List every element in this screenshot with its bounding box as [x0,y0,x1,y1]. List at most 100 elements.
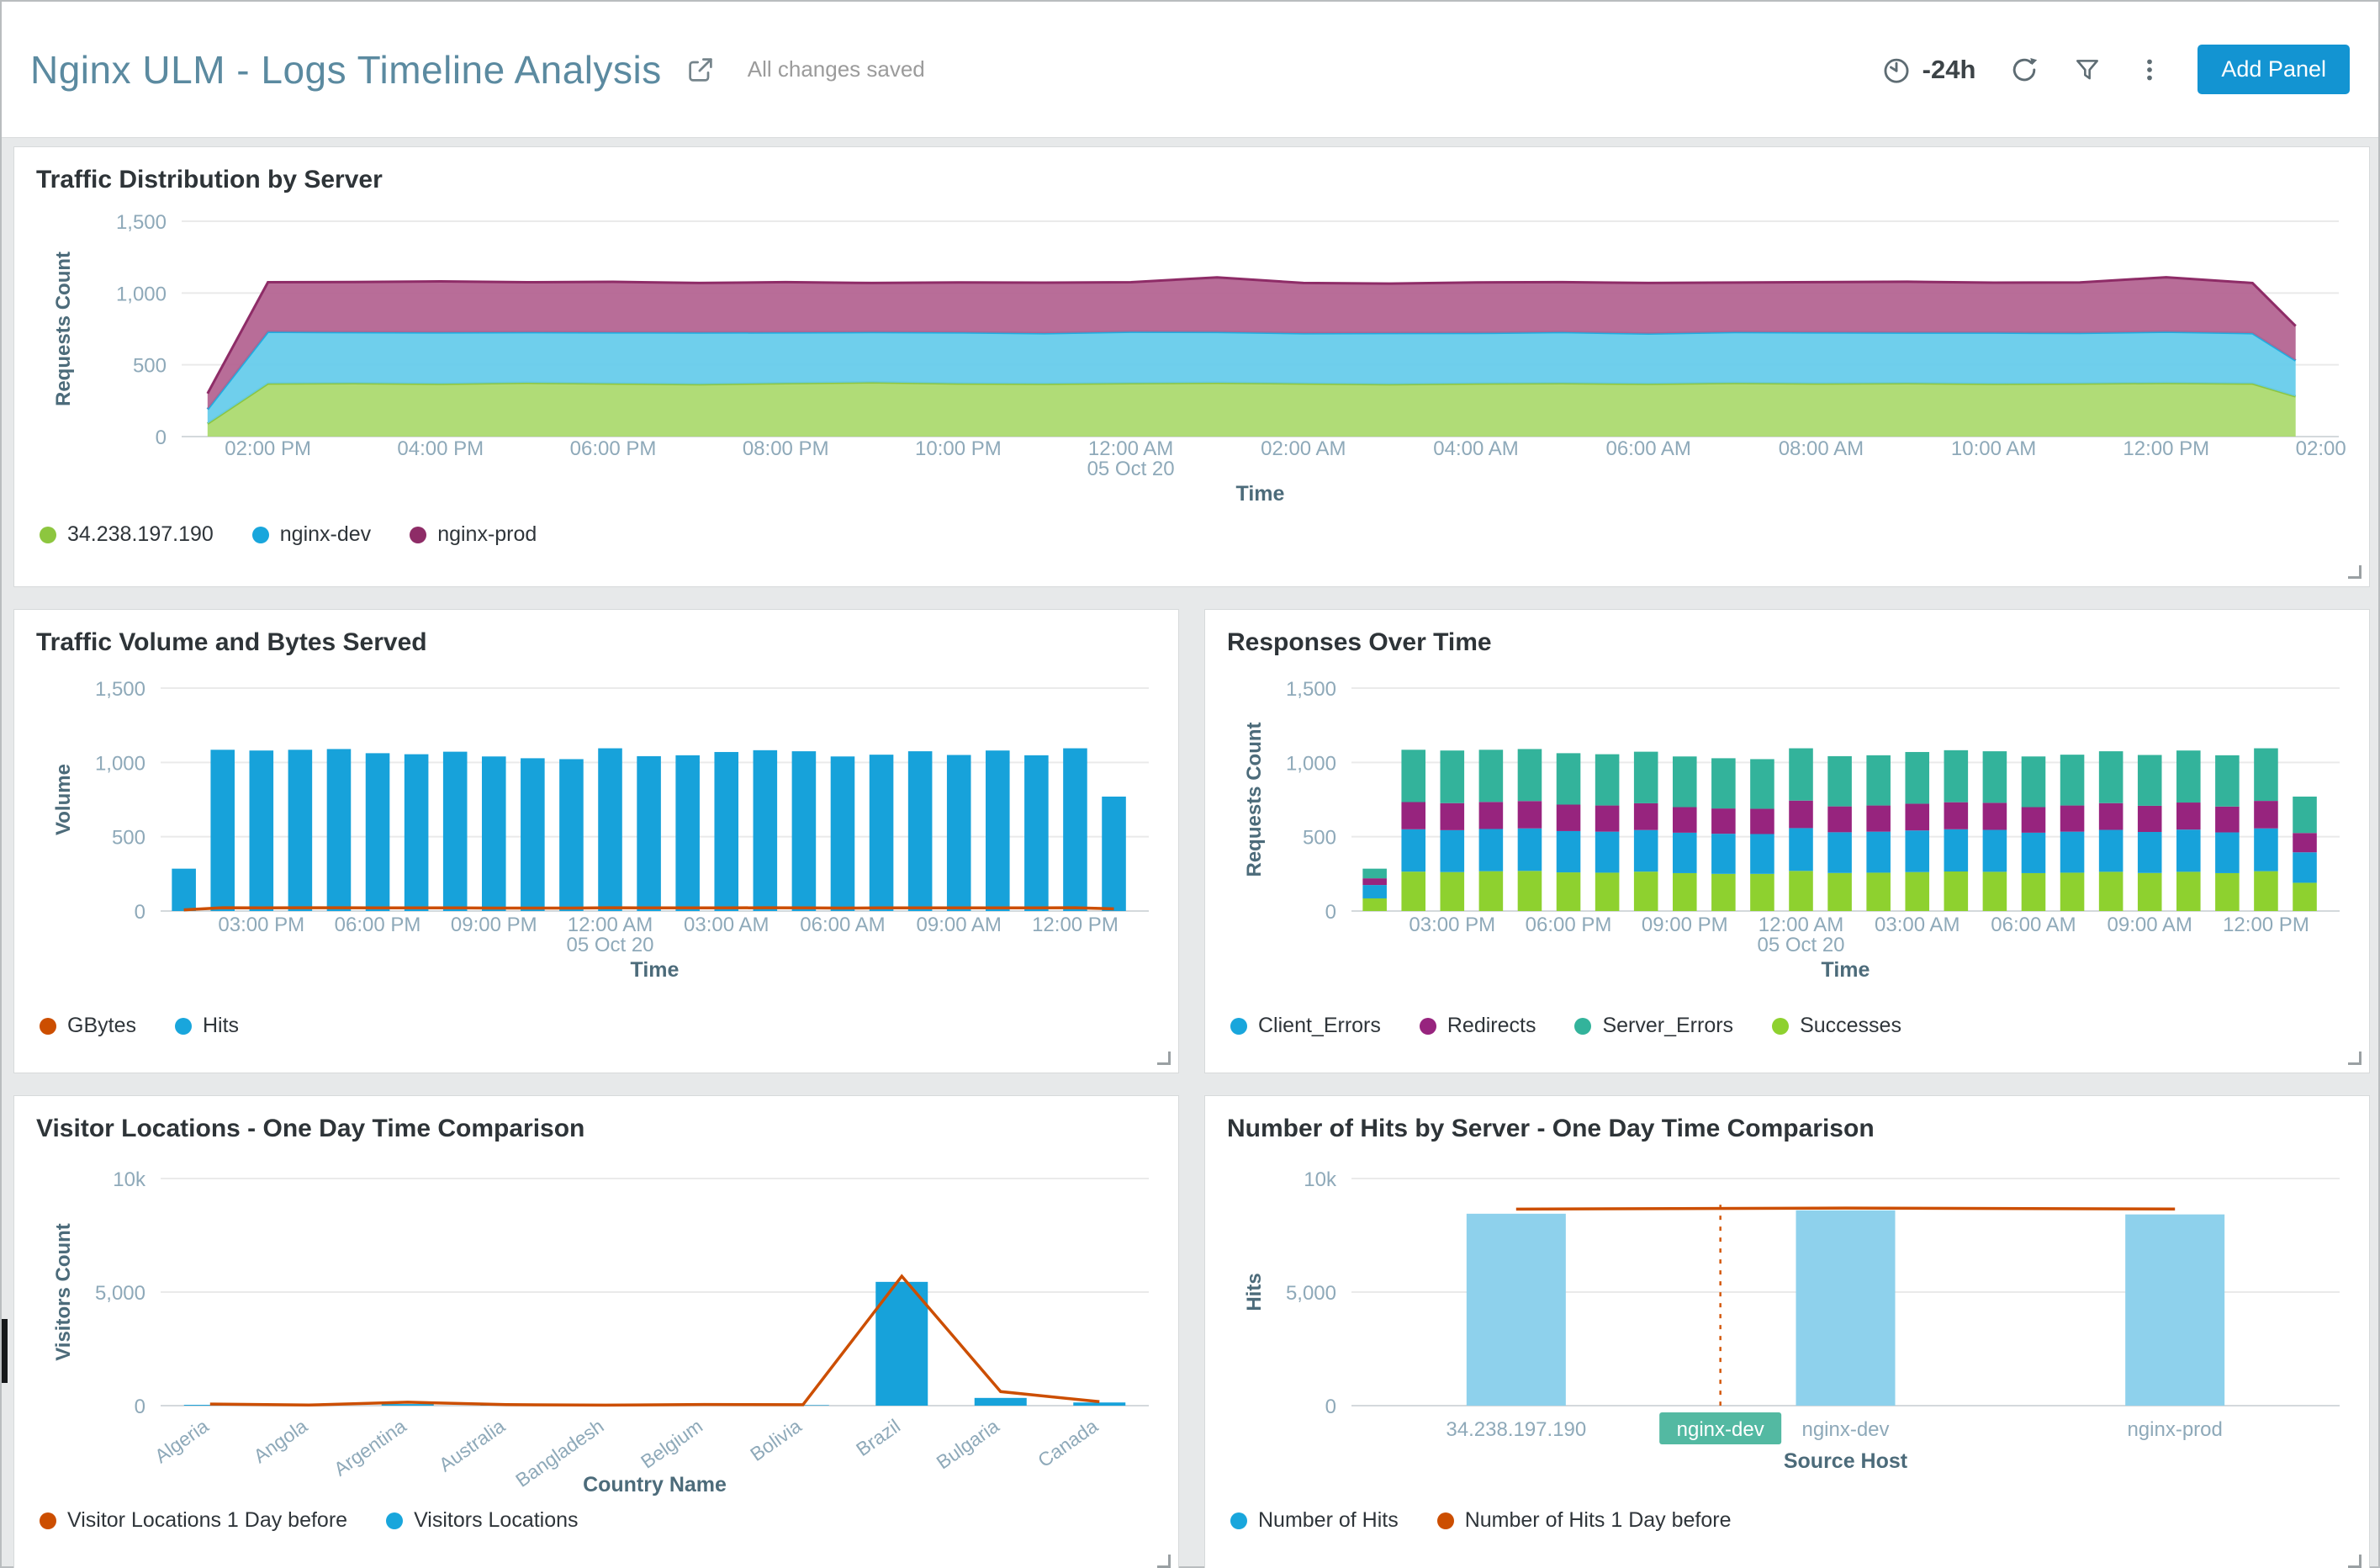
legend-dot [1436,1512,1454,1529]
traffic-distribution-chart[interactable]: 0 500 1,000 1,500 Requests Count Time 02:00 PM… [34,204,2351,514]
legend-item[interactable]: nginx-prod [410,522,537,547]
legend-label: Number of Hits 1 Day before [1464,1508,1732,1532]
svg-text:04:00 AM: 04:00 AM [1433,437,1518,460]
legend-label: nginx-prod [437,522,537,546]
svg-text:10:00 AM: 10:00 AM [1951,437,2036,460]
time-range-control[interactable]: -24h [1880,54,1975,86]
chart-legend: Number of Hits Number of Hits 1 Day befor… [1230,1508,2349,1533]
legend-item[interactable]: GBytes [40,1014,136,1038]
visitor-locations-chart[interactable]: 0 5,000 10k Visitors Count Country Name Alger… [34,1153,1160,1500]
legend-item[interactable]: Successes [1772,1014,1901,1038]
legend-label: Redirects [1447,1014,1536,1037]
share-icon[interactable] [685,55,716,85]
legend-item[interactable]: Number of Hits 1 Day before [1436,1508,1732,1533]
resize-handle[interactable] [2348,1555,2361,1568]
svg-text:06:00 AM: 06:00 AM [1991,914,2076,936]
svg-text:Time: Time [631,958,680,982]
svg-text:03:00 AM: 03:00 AM [684,914,769,936]
svg-text:05 Oct 20: 05 Oct 20 [566,934,653,956]
legend-dot [251,526,269,543]
svg-text:Argentina: Argentina [330,1415,410,1481]
svg-text:12:00 PM: 12:00 PM [1032,914,1119,936]
legend-dot [1772,1017,1790,1035]
legend-label: nginx-dev [279,522,372,546]
legend-dot [1574,1017,1592,1035]
svg-text:Time: Time [1822,958,1870,982]
svg-text:nginx-prod: nginx-prod [2127,1418,2222,1441]
svg-text:Requests Count: Requests Count [1243,722,1266,877]
svg-text:04:00 PM: 04:00 PM [397,437,484,460]
svg-text:12:00 PM: 12:00 PM [2223,914,2309,936]
svg-text:09:00 PM: 09:00 PM [451,914,537,936]
traffic-volume-chart[interactable]: 0 500 1,000 1,500 Volume Time 03:00 PM 06:00 PM… [34,667,1160,1005]
legend-label: Successes [1800,1014,1901,1037]
resize-handle[interactable] [1157,1555,1171,1568]
legend-item[interactable]: Hits [174,1014,240,1038]
svg-text:5,000: 5,000 [95,1282,145,1305]
legend-dot [1230,1017,1247,1035]
refresh-icon[interactable] [2009,55,2039,85]
legend-item[interactable]: Client_Errors [1230,1014,1381,1038]
svg-text:12:00 AM: 12:00 AM [1088,437,1173,460]
screen-edge-artifact [2,1319,8,1383]
resize-handle[interactable] [2348,565,2361,579]
svg-text:09:00 AM: 09:00 AM [917,914,1002,936]
filter-icon[interactable] [2073,56,2102,84]
save-status: All changes saved [747,56,925,82]
svg-text:1,500: 1,500 [95,678,145,701]
legend-dot [174,1017,192,1035]
svg-text:12:00 PM: 12:00 PM [2123,437,2209,460]
svg-text:Brazil: Brazil [852,1415,904,1460]
hits-by-server-chart[interactable]: 0 5,000 10k Hits Source Host nginx-dev 34.238.… [1225,1153,2351,1500]
svg-text:Bolivia: Bolivia [746,1415,806,1465]
svg-text:03:00 PM: 03:00 PM [218,914,304,936]
legend-label: Hits [202,1014,240,1037]
svg-text:05 Oct 20: 05 Oct 20 [1087,458,1175,480]
panel-traffic-distribution: Traffic Distribution by Server 0 500 1,000… [13,146,2370,587]
chart-legend: Client_Errors Redirects Server_Errors Succe… [1230,1014,2349,1038]
legend-dot [40,526,56,543]
svg-text:09:00 AM: 09:00 AM [2108,914,2192,936]
legend-item[interactable]: 34.238.197.190 [40,522,214,547]
svg-text:1,000: 1,000 [1286,752,1336,775]
resize-handle[interactable] [2348,1052,2361,1065]
svg-text:02:00 PM: 02:00 PM [225,437,311,460]
svg-text:1,500: 1,500 [116,211,167,234]
legend-item[interactable]: nginx-dev [251,522,372,547]
responses-over-time-chart[interactable]: 0 500 1,000 1,500 Requests Count Time 03:00 PM… [1225,667,2351,1005]
svg-text:Country Name: Country Name [583,1473,727,1496]
svg-text:0: 0 [135,901,145,924]
svg-text:34.238.197.190: 34.238.197.190 [1446,1418,1586,1441]
svg-text:0: 0 [135,1396,145,1418]
legend-item[interactable]: Visitors Locations [386,1508,579,1533]
resize-handle[interactable] [1157,1052,1171,1065]
add-panel-button[interactable]: Add Panel [2198,45,2350,94]
legend-dot [40,1512,56,1529]
legend-label: Client_Errors [1258,1014,1381,1037]
svg-text:06:00 PM: 06:00 PM [570,437,657,460]
svg-text:Visitors Count: Visitors Count [52,1223,75,1361]
svg-text:05 Oct 20: 05 Oct 20 [1757,934,1844,956]
svg-text:Canada: Canada [1034,1415,1102,1472]
svg-text:1,000: 1,000 [95,752,145,775]
kebab-menu-icon[interactable] [2135,56,2164,84]
legend-label: 34.238.197.190 [67,522,214,546]
legend-dot [386,1512,404,1529]
svg-text:Algeria: Algeria [151,1415,213,1467]
legend-item[interactable]: Server_Errors [1574,1014,1733,1038]
chart-legend: Visitor Locations 1 Day before Visitors L… [40,1508,1158,1533]
svg-text:Australia: Australia [435,1415,509,1476]
legend-label: GBytes [67,1014,136,1037]
legend-item[interactable]: Redirects [1419,1014,1536,1038]
svg-text:0: 0 [1325,1396,1336,1418]
legend-item[interactable]: Number of Hits [1230,1508,1399,1533]
svg-text:nginx-dev: nginx-dev [1801,1418,1889,1441]
panel-title: Traffic Distribution by Server [36,166,383,193]
chart-legend: 34.238.197.190 nginx-dev nginx-prod [40,522,2349,547]
svg-text:06:00 AM: 06:00 AM [1605,437,1690,460]
legend-label: Number of Hits [1258,1508,1399,1532]
svg-text:10:00 PM: 10:00 PM [915,437,1002,460]
panel-title: Responses Over Time [1227,628,1492,656]
legend-item[interactable]: Visitor Locations 1 Day before [40,1508,347,1533]
panel-responses-over-time: Responses Over Time 0 500 1,000 1,500 Reques… [1204,609,2370,1073]
